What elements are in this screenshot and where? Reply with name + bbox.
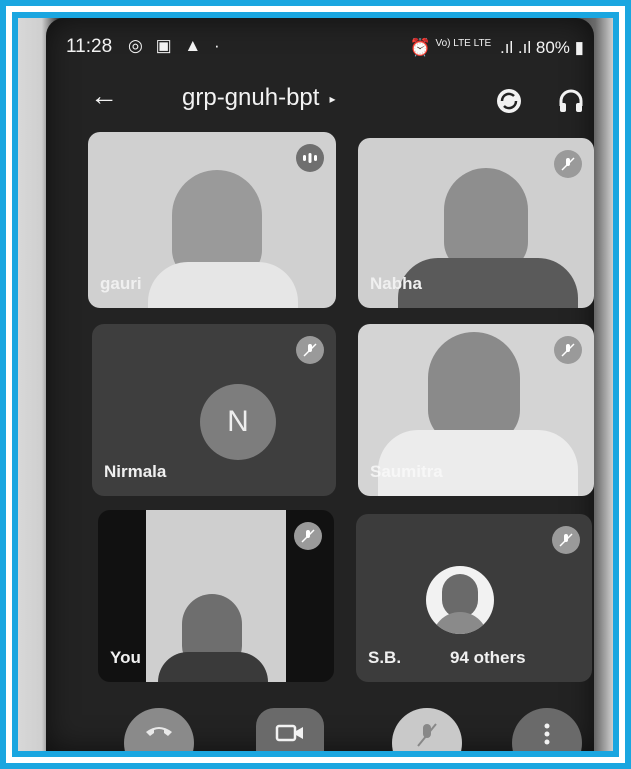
participant-video	[428, 332, 520, 444]
participant-tile-gauri[interactable]: gauri	[88, 132, 336, 308]
mic-off-icon	[554, 150, 582, 178]
battery-percent: 80%	[535, 38, 570, 57]
participant-shoulders	[398, 258, 578, 308]
mic-off-icon	[296, 336, 324, 364]
phone-photo: 11:28 ◎ ▣ ▲ · ⏰ Vo) LTE LTE .ıl .ıl 80% …	[18, 18, 613, 751]
mic-off-icon	[417, 723, 437, 747]
microphone-button[interactable]	[392, 708, 462, 751]
participant-tile-you[interactable]: You	[98, 510, 334, 682]
alarm-icon: ⏰	[409, 38, 431, 57]
participant-tile-nabha[interactable]: Nabha	[358, 138, 594, 308]
meeting-code[interactable]: grp-gnuh-bpt ▸	[182, 84, 335, 112]
network-label: Vo) LTE LTE	[435, 38, 492, 49]
participant-name: S.B.	[368, 648, 402, 667]
participant-shoulders	[148, 262, 298, 308]
switch-camera-icon[interactable]	[494, 86, 524, 116]
meeting-header: ← grp-gnuh-bpt ▸	[46, 80, 594, 120]
battery-icon: ▮	[574, 38, 584, 57]
more-vert-icon	[544, 723, 550, 745]
mic-off-icon	[552, 526, 580, 554]
participant-shoulders	[158, 652, 268, 682]
status-time: 11:28	[66, 36, 113, 57]
dot-icon: ·	[213, 36, 224, 55]
participant-tile-others[interactable]: S.B. 94 others	[356, 514, 592, 682]
image-icon: ▣	[155, 36, 176, 55]
warning-icon: ▲	[184, 36, 206, 55]
mic-off-icon	[554, 336, 582, 364]
status-icons-left: ◎ ▣ ▲ ·	[128, 36, 224, 56]
participant-tile-saumitra[interactable]: Saumitra	[358, 324, 594, 496]
mic-off-icon	[294, 522, 322, 550]
signal-icon: .ıl .ıl	[499, 38, 532, 57]
participant-tile-nirmala[interactable]: N Nirmala	[92, 324, 336, 496]
status-icons-right: ⏰ Vo) LTE LTE .ıl .ıl 80% ▮	[410, 38, 584, 58]
phone-hangup-icon	[146, 727, 172, 736]
phone-screen: 11:28 ◎ ▣ ▲ · ⏰ Vo) LTE LTE .ıl .ıl 80% …	[46, 18, 594, 751]
participant-video	[444, 168, 528, 272]
participant-avatar	[426, 566, 494, 634]
audio-output-icon[interactable]	[556, 86, 586, 116]
meeting-code-text: grp-gnuh-bpt	[182, 84, 320, 111]
call-controls	[46, 708, 594, 751]
participant-name: gauri	[100, 274, 142, 293]
back-arrow-icon[interactable]: ←	[90, 80, 118, 112]
chevron-right-icon: ▸	[329, 91, 336, 106]
participant-name: Nabha	[370, 274, 422, 293]
camera-button[interactable]	[256, 708, 324, 751]
more-options-button[interactable]	[512, 708, 582, 751]
status-bar: 11:28 ◎ ▣ ▲ · ⏰ Vo) LTE LTE .ıl .ıl 80% …	[66, 34, 584, 62]
participant-name: Saumitra	[370, 462, 443, 481]
participant-name: Nirmala	[104, 462, 167, 481]
whatsapp-icon: ◎	[128, 36, 147, 55]
participant-avatar: N	[200, 384, 276, 460]
avatar-shoulders	[432, 612, 488, 634]
end-call-button[interactable]	[124, 708, 194, 751]
speaking-indicator-icon	[296, 144, 324, 172]
video-camera-icon	[275, 724, 303, 742]
participant-name: You	[110, 648, 141, 667]
others-count: 94 others	[450, 648, 526, 667]
